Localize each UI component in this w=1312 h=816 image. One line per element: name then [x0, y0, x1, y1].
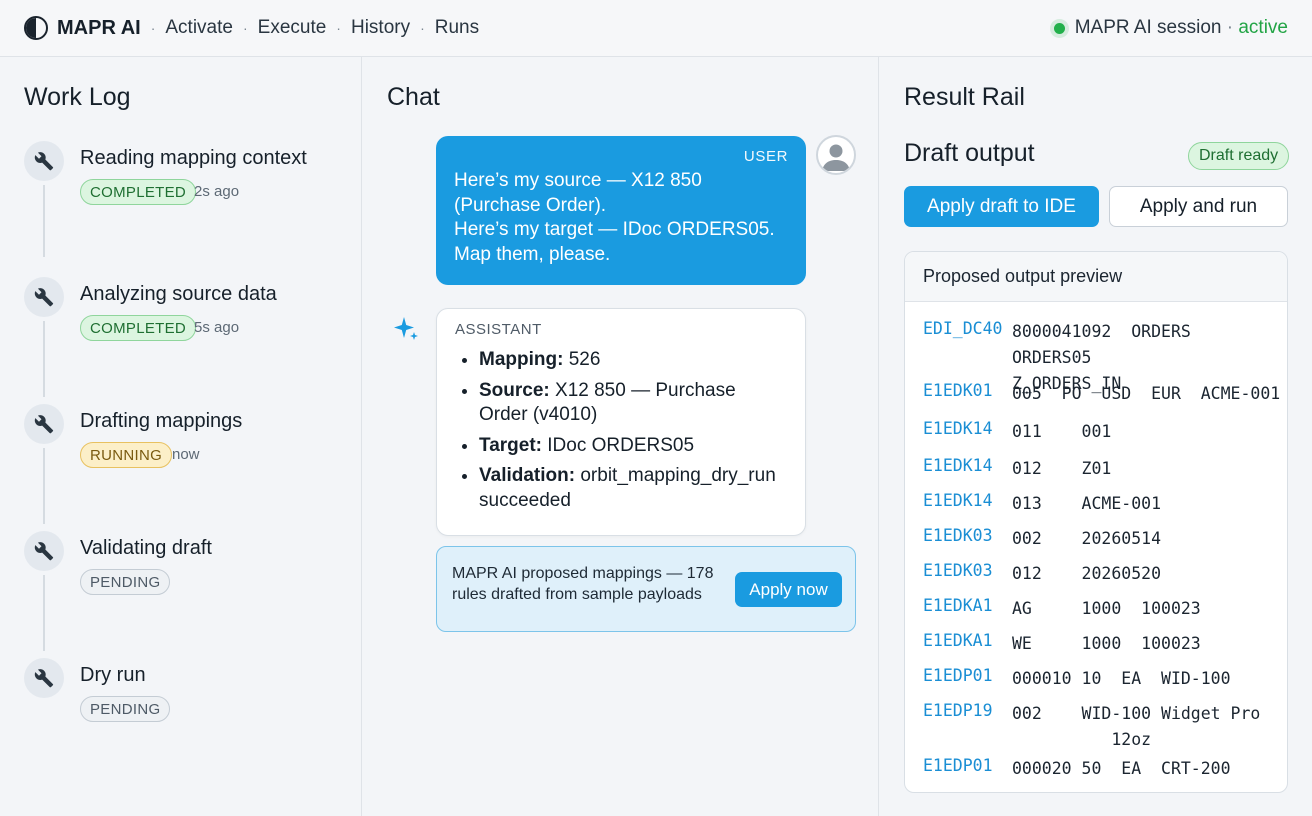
nav-separator: ·: [420, 20, 425, 36]
status-badge: COMPLETED: [80, 315, 197, 341]
segment-values: 012 Z01: [1012, 459, 1112, 478]
step-title: Reading mapping context: [80, 147, 307, 169]
item-label: Validation:: [479, 465, 576, 486]
segment-values: 012 20260520: [1012, 564, 1162, 583]
item-value: IDoc ORDERS05: [541, 434, 695, 456]
nav-separator: ·: [242, 20, 248, 36]
segment-values: AG 1000 100023: [1012, 599, 1201, 618]
item-label: Target:: [479, 434, 542, 456]
segment-name: E1EDK14: [923, 419, 993, 438]
apply-draft-to-ide-button[interactable]: Apply draft to IDE: [904, 186, 1099, 227]
segment-values: 002 WID-100 Widget Pro 12oz: [1012, 704, 1261, 749]
segment-name: E1EDK01: [923, 381, 993, 400]
segment-values: 005 PO USD EUR ACME-001: [1012, 384, 1281, 403]
item-value: 526: [563, 349, 601, 370]
output-preview-card: Proposed output preview EDI_DC40 80000410…: [904, 251, 1288, 793]
nav-link-history[interactable]: History: [351, 17, 410, 39]
assistant-message: ASSISTANT Mapping: 526 Source: X12 850 —…: [436, 308, 806, 536]
wrench-icon: [24, 531, 64, 571]
step-time: now: [172, 446, 200, 463]
draft-output-title: Draft output: [904, 139, 1035, 167]
segment-name: E1EDP01: [923, 756, 993, 775]
brand-name[interactable]: MAPR AI: [57, 17, 141, 40]
message-line: Map them, please.: [454, 243, 611, 265]
segment-name: E1EDKA1: [923, 631, 993, 650]
nav-separator: ·: [336, 20, 341, 36]
apply-now-button[interactable]: Apply now: [735, 572, 842, 607]
top-nav: MAPR AI · Activate · Execute · History ·…: [0, 0, 1312, 57]
status-badge: PENDING: [80, 696, 171, 722]
segment-name: E1EDK14: [923, 456, 993, 475]
session-state: active: [1238, 17, 1288, 38]
session-status: MAPR AI session · active: [1053, 17, 1288, 39]
nav-link-execute[interactable]: Execute: [258, 17, 327, 39]
wrench-icon: [24, 658, 64, 698]
item-label: Mapping:: [479, 349, 564, 370]
message-role: USER: [743, 148, 788, 165]
wrench-icon: [24, 141, 64, 181]
proposal-card: MAPR AI proposed mappings — 178 rules dr…: [436, 546, 856, 632]
draft-status-badge: Draft ready: [1188, 142, 1290, 170]
user-avatar-icon: [816, 135, 856, 175]
segment-name: E1EDK14: [923, 491, 993, 510]
apply-and-run-button[interactable]: Apply and run: [1109, 186, 1288, 227]
item-label: Source:: [479, 379, 550, 401]
step-title: Dry run: [80, 664, 146, 686]
status-badge: RUNNING: [80, 442, 173, 468]
assistant-summary-list: Mapping: 526 Source: X12 850 — Purchase …: [455, 348, 787, 513]
session-status-dot-icon: [1053, 22, 1065, 34]
result-rail-title: Result Rail: [904, 83, 1025, 111]
segment-values: 002 20260514: [1012, 529, 1162, 548]
segment-values: 000010 10 EA WID-100: [1012, 669, 1231, 688]
nav-link-activate[interactable]: Activate: [165, 17, 233, 39]
message-line: Here’s my source — X12 850 (Purchase Ord…: [454, 170, 702, 216]
segment-name: E1EDP01: [923, 666, 993, 685]
segment-values: 000020 50 EA CRT-200: [1012, 759, 1231, 778]
list-item: Target: IDoc ORDERS05: [479, 434, 787, 459]
timeline-connector: [43, 185, 45, 257]
list-item: Source: X12 850 — Purchase Order (v4010): [479, 379, 787, 428]
status-badge: COMPLETED: [80, 179, 197, 205]
timeline-connector: [43, 575, 45, 651]
step-time: 2s ago: [194, 183, 240, 200]
session-separator: ·: [1221, 17, 1239, 38]
step-time: 5s ago: [194, 319, 240, 336]
wrench-icon: [24, 404, 64, 444]
segment-values: WE 1000 100023: [1012, 634, 1201, 653]
wrench-icon: [24, 277, 64, 317]
step-title: Validating draft: [80, 537, 212, 559]
nav-separator: ·: [150, 20, 156, 36]
chat-panel: Chat USER Here’s my source — X12 850 (Pu…: [363, 57, 879, 816]
segment-values: 013 ACME-001: [1012, 494, 1162, 513]
list-item: Mapping: 526: [479, 348, 787, 373]
segment-name: E1EDKA1: [923, 596, 993, 615]
timeline-connector: [43, 448, 45, 524]
timeline-connector: [43, 321, 45, 397]
message-line: Here’s my target — IDoc ORDERS05.: [454, 219, 775, 240]
segment-name: E1EDP19: [923, 701, 993, 720]
session-label: MAPR AI session: [1074, 17, 1222, 38]
result-rail-panel: Result Rail Draft output Draft ready App…: [880, 57, 1312, 816]
preview-title: Proposed output preview: [905, 252, 1287, 302]
message-role: ASSISTANT: [455, 321, 542, 338]
brand-logo-icon: [24, 16, 48, 40]
list-item: Validation: orbit_mapping_dry_run succee…: [479, 464, 787, 513]
segment-name: EDI_DC40: [923, 319, 1003, 338]
chat-title: Chat: [387, 83, 440, 111]
nav-link-runs[interactable]: Runs: [435, 17, 479, 39]
proposal-text: MAPR AI proposed mappings — 178 rules dr…: [452, 565, 714, 603]
segment-name: E1EDK03: [923, 526, 993, 545]
work-log-panel: Work Log Reading mapping context COMPLET…: [0, 57, 362, 816]
assistant-sparkle-icon: [394, 317, 418, 340]
status-badge: PENDING: [80, 569, 171, 595]
step-title: Analyzing source data: [80, 283, 277, 305]
segment-values: 011 001: [1012, 422, 1112, 441]
step-title: Drafting mappings: [80, 410, 243, 432]
work-log-title: Work Log: [24, 83, 131, 111]
user-message: USER Here’s my source — X12 850 (Purchas…: [436, 136, 806, 285]
segment-name: E1EDK03: [923, 561, 993, 580]
message-text: Here’s my source — X12 850 (Purchase Ord…: [454, 169, 788, 267]
